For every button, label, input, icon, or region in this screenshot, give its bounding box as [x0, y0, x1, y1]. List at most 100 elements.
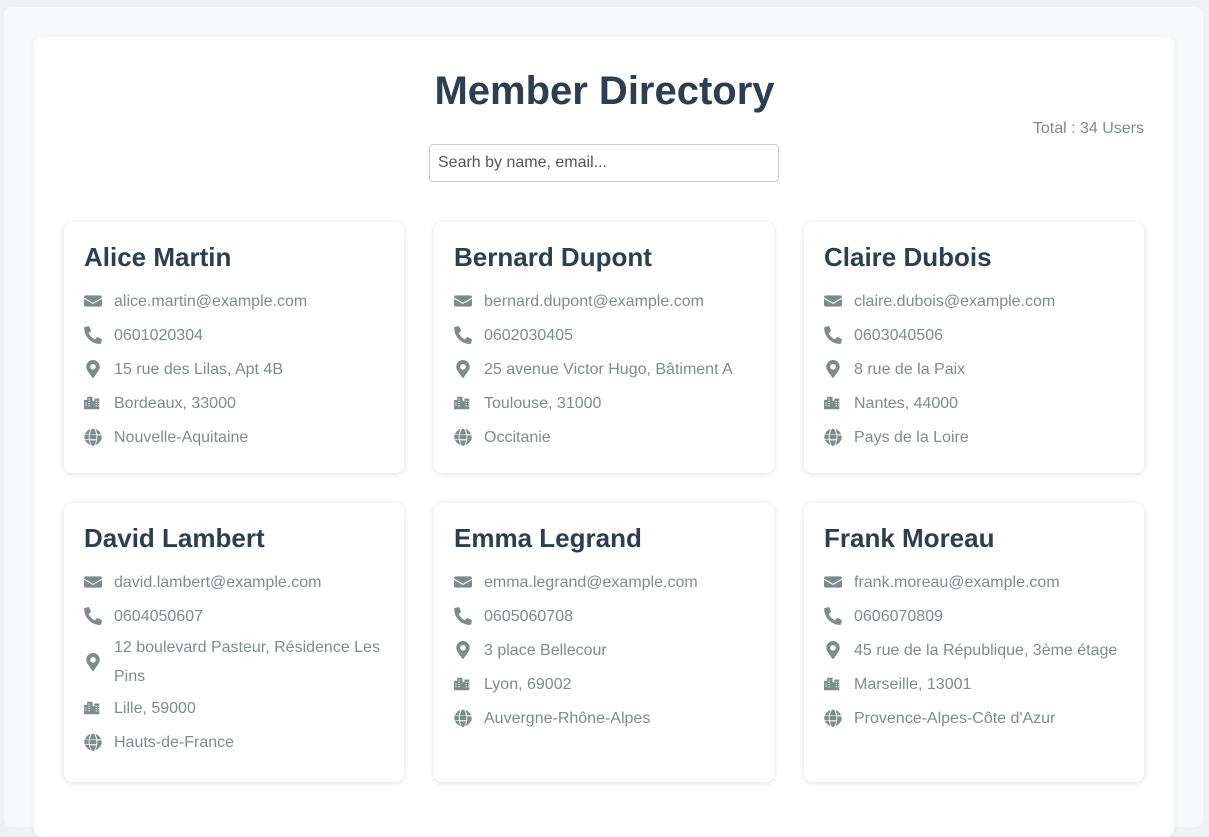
city-icon: [84, 394, 114, 412]
member-city: Nantes, 44000: [854, 394, 959, 412]
total-users-count: Total : 34 Users: [1032, 120, 1144, 137]
member-address-row: 12 boulevard Pasteur, Résidence Les Pins: [84, 633, 384, 691]
member-city: Toulouse, 31000: [484, 394, 602, 412]
member-name: Frank Moreau: [824, 523, 995, 553]
member-phone[interactable]: 0606070809: [854, 602, 1124, 631]
member-city: Lille, 59000: [114, 699, 196, 717]
member-phone-row: 0604050607: [84, 599, 384, 633]
member-card: Bernard Dupont bernard.dupont@example.co…: [434, 222, 774, 473]
envelope-icon: [824, 292, 854, 310]
member-region-row: Occitanie: [454, 420, 754, 454]
member-region: Hauts-de-France: [114, 733, 235, 751]
member-address-row: 8 rue de la Paix: [824, 352, 1124, 386]
member-email-row: claire.dubois@example.com: [824, 284, 1124, 318]
member-name: Emma Legrand: [454, 523, 642, 553]
member-card: Emma Legrand emma.legrand@example.com 06…: [434, 503, 774, 782]
globe-icon: [824, 428, 854, 446]
member-region-row: Hauts-de-France: [84, 725, 384, 759]
member-address: 25 avenue Victor Hugo, Bâtiment A: [484, 360, 733, 378]
member-address: 8 rue de la Paix: [854, 360, 966, 378]
globe-icon: [84, 733, 114, 751]
member-region-row: Auvergne-Rhône-Alpes: [454, 701, 754, 735]
member-city-row: Lille, 59000: [84, 691, 384, 725]
member-email-row: bernard.dupont@example.com: [454, 284, 754, 318]
member-phone-row: 0601020304: [84, 318, 384, 352]
member-city-row: Lyon, 69002: [454, 667, 754, 701]
envelope-icon: [84, 292, 114, 310]
map-marker-icon: [824, 360, 854, 378]
globe-icon: [454, 709, 484, 727]
member-card: David Lambert david.lambert@example.com …: [64, 503, 404, 782]
member-email-row: alice.martin@example.com: [84, 284, 384, 318]
member-email[interactable]: claire.dubois@example.com: [854, 287, 1124, 316]
member-region-row: Pays de la Loire: [824, 420, 1124, 454]
member-address-row: 3 place Bellecour: [454, 633, 754, 667]
member-phone[interactable]: 0601020304: [114, 321, 384, 350]
search-input[interactable]: [429, 144, 779, 182]
envelope-icon: [454, 292, 484, 310]
globe-icon: [454, 428, 484, 446]
city-icon: [454, 675, 484, 693]
member-city: Bordeaux, 33000: [114, 394, 236, 412]
member-email[interactable]: bernard.dupont@example.com: [484, 287, 754, 316]
map-marker-icon: [454, 360, 484, 378]
member-name: Claire Dubois: [824, 242, 992, 272]
member-region-row: Nouvelle-Aquitaine: [84, 420, 384, 454]
member-region: Nouvelle-Aquitaine: [114, 428, 249, 446]
member-city-row: Bordeaux, 33000: [84, 386, 384, 420]
member-phone-row: 0602030405: [454, 318, 754, 352]
member-address: 45 rue de la République, 3ème étage: [854, 641, 1118, 659]
member-phone-row: 0603040506: [824, 318, 1124, 352]
phone-icon: [454, 326, 484, 344]
globe-icon: [824, 709, 854, 727]
member-email[interactable]: emma.legrand@example.com: [484, 568, 754, 597]
phone-icon: [824, 607, 854, 625]
member-email[interactable]: frank.moreau@example.com: [854, 568, 1124, 597]
member-email[interactable]: alice.martin@example.com: [114, 287, 384, 316]
map-marker-icon: [84, 653, 114, 671]
member-phone-row: 0605060708: [454, 599, 754, 633]
member-region-row: Provence-Alpes-Côte d'Azur: [824, 701, 1124, 735]
member-address-row: 15 rue des Lilas, Apt 4B: [84, 352, 384, 386]
member-city-row: Toulouse, 31000: [454, 386, 754, 420]
member-city: Lyon, 69002: [484, 675, 572, 693]
map-marker-icon: [84, 360, 114, 378]
member-address: 3 place Bellecour: [484, 641, 607, 659]
member-phone[interactable]: 0604050607: [114, 602, 384, 631]
member-address-row: 25 avenue Victor Hugo, Bâtiment A: [454, 352, 754, 386]
member-city-row: Marseille, 13001: [824, 667, 1124, 701]
phone-icon: [454, 607, 484, 625]
envelope-icon: [84, 573, 114, 591]
member-region: Provence-Alpes-Côte d'Azur: [854, 709, 1056, 727]
member-phone-row: 0606070809: [824, 599, 1124, 633]
phone-icon: [84, 326, 114, 344]
city-icon: [454, 394, 484, 412]
member-email[interactable]: david.lambert@example.com: [114, 568, 384, 597]
member-phone[interactable]: 0602030405: [484, 321, 754, 350]
member-phone[interactable]: 0603040506: [854, 321, 1124, 350]
member-name: Alice Martin: [84, 242, 232, 272]
member-card: Frank Moreau frank.moreau@example.com 06…: [804, 503, 1144, 782]
member-city-row: Nantes, 44000: [824, 386, 1124, 420]
member-city: Marseille, 13001: [854, 675, 972, 693]
member-name: Bernard Dupont: [454, 242, 652, 272]
member-region: Auvergne-Rhône-Alpes: [484, 709, 651, 727]
page-title: Member Directory: [434, 69, 775, 113]
map-marker-icon: [454, 641, 484, 659]
member-phone[interactable]: 0605060708: [484, 602, 754, 631]
member-address: 15 rue des Lilas, Apt 4B: [114, 360, 283, 378]
city-icon: [84, 699, 114, 717]
map-marker-icon: [824, 641, 854, 659]
member-region: Occitanie: [484, 428, 551, 446]
city-icon: [824, 675, 854, 693]
phone-icon: [824, 326, 854, 344]
phone-icon: [84, 607, 114, 625]
member-email-row: frank.moreau@example.com: [824, 565, 1124, 599]
envelope-icon: [824, 573, 854, 591]
member-address-row: 45 rue de la République, 3ème étage: [824, 633, 1124, 667]
city-icon: [824, 394, 854, 412]
member-name: David Lambert: [84, 523, 265, 553]
member-region: Pays de la Loire: [854, 428, 969, 446]
globe-icon: [84, 428, 114, 446]
member-card: Alice Martin alice.martin@example.com 06…: [64, 222, 404, 473]
